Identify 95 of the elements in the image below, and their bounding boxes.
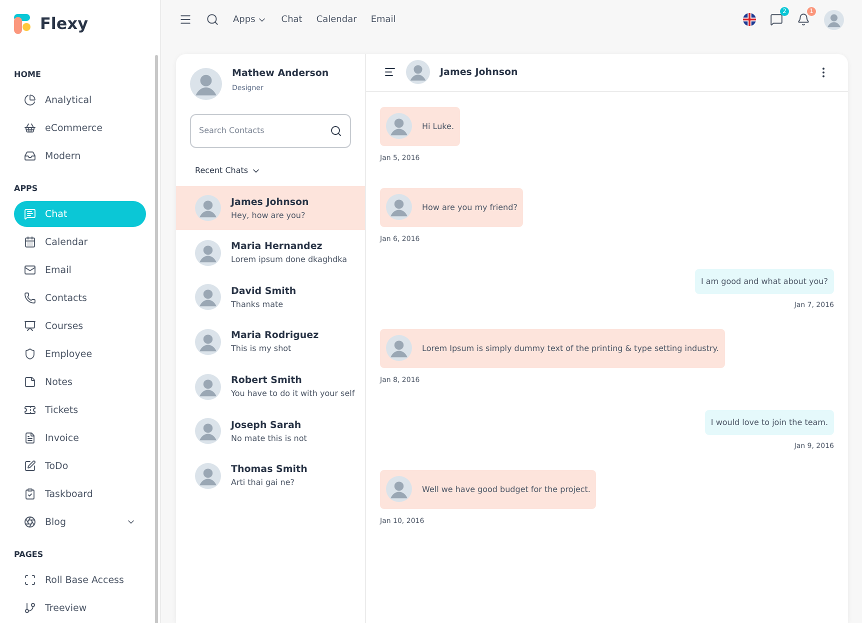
contact-message: Hey, how are you?	[231, 210, 306, 220]
nav-item[interactable]: Notes	[14, 369, 146, 395]
avatar-icon	[386, 335, 412, 362]
conversation-name: James Johnson	[440, 66, 518, 78]
contact-message: This is my shot	[231, 344, 292, 354]
calendar-icon	[24, 236, 36, 248]
avatar-icon	[386, 476, 412, 502]
mail-icon	[24, 264, 36, 276]
avatar-icon	[195, 195, 221, 222]
top-nav-link[interactable]: Calendar	[316, 14, 357, 25]
nav-item[interactable]: Courses	[14, 313, 146, 339]
section-heading: APPS	[14, 182, 39, 194]
contact-item[interactable]: David Smith Thanks mate	[176, 275, 365, 320]
brand-name: Flexy	[40, 14, 88, 33]
chat-icon	[24, 208, 36, 220]
avatar-icon	[386, 113, 412, 140]
nav-item[interactable]: eCommerce	[14, 115, 146, 141]
search-field[interactable]: Search Contacts	[190, 114, 351, 148]
message-text: How are you my friend?	[422, 202, 518, 212]
search-icon	[330, 124, 342, 137]
contact-name: Robert Smith	[231, 375, 303, 386]
bell-icon	[797, 13, 810, 26]
section-heading: PAGES	[14, 548, 44, 560]
user-name: Mathew Anderson	[232, 68, 329, 79]
avatar-icon	[195, 240, 221, 266]
contact-item[interactable]: Maria Hernandez Lorem ipsum done dkaghdka	[176, 230, 365, 276]
contact-item[interactable]: Maria Rodriguez This is my shot	[176, 320, 365, 364]
contact-name: James Johnson	[231, 196, 309, 208]
message-text: Well we have good budget for the project.	[422, 484, 590, 494]
note-icon	[24, 376, 36, 388]
nav-item[interactable]: Treeview	[14, 595, 146, 621]
avatar-icon	[195, 284, 221, 310]
contact-item[interactable]: Joseph Sarah No mate this is not	[176, 408, 365, 454]
avatar-icon	[195, 374, 221, 400]
avatar-icon	[195, 328, 221, 355]
message-text: I would love to join the team.	[710, 418, 828, 427]
contact-item[interactable]: James Johnson Hey, how are you?	[176, 186, 365, 230]
avatar-icon	[406, 60, 430, 84]
contact-name: Thomas Smith	[231, 464, 308, 476]
nav-item[interactable]: Taskboard	[14, 481, 146, 507]
recent-chats-dropdown[interactable]: Recent Chats	[176, 166, 365, 176]
search-icon	[206, 13, 219, 26]
nav-item[interactable]: Contacts	[14, 285, 146, 311]
contact-message: You have to do it with your self	[231, 389, 355, 398]
nav-item[interactable]: Blog	[14, 509, 146, 535]
ticket-icon	[24, 404, 36, 416]
nav-item[interactable]: Modern	[14, 143, 146, 169]
contact-item[interactable]: Thomas Smith Arti thai gai ne?	[176, 453, 365, 498]
nav-item[interactable]: Tickets	[14, 397, 146, 423]
top-nav-link[interactable]: Email	[370, 14, 396, 25]
phone-icon	[24, 292, 36, 304]
message-text: Lorem Ipsum is simply dummy text of the printing & type setting industry.	[422, 344, 719, 353]
menu-icon	[384, 66, 396, 78]
nav-item[interactable]: Analytical	[14, 87, 146, 113]
contact-name: David Smith	[231, 286, 296, 297]
avatar-icon	[195, 462, 221, 489]
document-icon	[24, 432, 36, 444]
branch-icon	[24, 602, 36, 614]
contact-message: Arti thai gai ne?	[231, 478, 296, 488]
nav-item[interactable]: Employee	[14, 341, 146, 367]
section-heading: HOME	[14, 68, 42, 80]
contact-message: No mate this is not	[231, 434, 307, 443]
aperture-icon	[24, 516, 36, 528]
message-text: Hi Luke.	[422, 122, 454, 131]
contact-message: Lorem ipsum done dkaghdka	[231, 255, 348, 264]
shield-icon	[24, 348, 36, 360]
contact-name: Maria Hernandez	[231, 241, 324, 252]
menu-icon	[179, 13, 192, 26]
scrollbar[interactable]	[155, 55, 158, 623]
avatar-icon	[386, 194, 412, 220]
message-text: I am good and what about you?	[701, 276, 828, 286]
contact-name: Maria Rodriguez	[231, 330, 319, 342]
inbox-icon	[24, 150, 36, 162]
presentation-icon	[24, 320, 36, 332]
contact-name: Joseph Sarah	[231, 420, 302, 431]
nav-item[interactable]: Email	[14, 257, 146, 283]
pie-chart-icon	[24, 94, 36, 106]
profile-avatar	[824, 10, 844, 30]
logo-icon	[14, 14, 32, 34]
nav-item[interactable]: ToDo	[14, 453, 146, 479]
message-icon	[770, 13, 783, 26]
top-nav-link[interactable]: Chat	[281, 14, 302, 25]
contact-message: Thanks mate	[231, 300, 284, 309]
nav-item[interactable]: Invoice	[14, 425, 146, 451]
basket-icon	[24, 122, 36, 134]
pen-icon	[24, 460, 36, 472]
avatar-icon	[190, 68, 222, 100]
flag-icon[interactable]	[743, 13, 756, 26]
avatar-icon	[195, 418, 221, 444]
clipboard-icon	[24, 488, 36, 500]
contact-item[interactable]: Robert Smith You have to do it with your self	[176, 364, 365, 409]
nav-item[interactable]: Calendar	[14, 229, 146, 255]
scan-icon	[24, 574, 36, 586]
nav-item[interactable]: Roll Base Access	[14, 567, 146, 593]
top-nav-link[interactable]: Apps	[233, 14, 268, 25]
